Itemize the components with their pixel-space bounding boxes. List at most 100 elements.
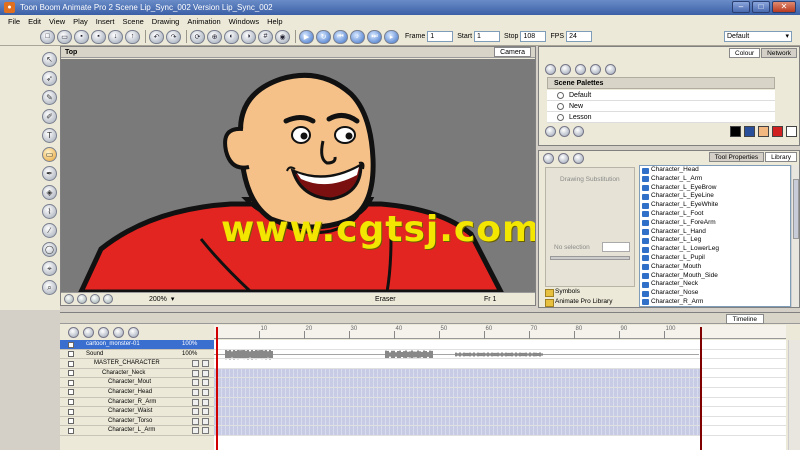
menu-play[interactable]: Play: [69, 17, 92, 26]
layer-settings-icon[interactable]: [202, 427, 209, 435]
menu-edit[interactable]: Edit: [24, 17, 45, 26]
layer-settings-icon[interactable]: [202, 398, 209, 406]
timeline-layer[interactable]: Character_Waist: [60, 407, 214, 417]
library-add-icon[interactable]: [543, 153, 554, 164]
layer-visibility-checkbox[interactable]: [68, 370, 74, 377]
tree-item-symbols[interactable]: Symbols: [541, 287, 637, 297]
timeline-layer[interactable]: Character_Mout: [60, 378, 214, 388]
zoom-tool-icon[interactable]: ⌕: [42, 280, 57, 295]
colour-swatch[interactable]: [730, 126, 741, 137]
onion-toggle-icon[interactable]: [90, 294, 100, 304]
select-tool-icon[interactable]: ↖: [42, 52, 57, 67]
loop-icon[interactable]: ↻: [316, 29, 331, 44]
start-field[interactable]: 1: [474, 31, 501, 42]
library-item[interactable]: Character_L_Hand: [640, 228, 790, 237]
render-icon[interactable]: ▸: [384, 29, 399, 44]
timeline-layer[interactable]: Character_Torso: [60, 416, 214, 427]
save-as-icon[interactable]: ▪: [91, 29, 106, 44]
library-item[interactable]: Character_L_Arm: [640, 175, 790, 184]
library-item[interactable]: Character_L_EyeLine: [640, 192, 790, 201]
library-item[interactable]: Character_Mouth_Side: [640, 272, 790, 281]
layer-visibility-checkbox[interactable]: [68, 427, 74, 434]
add-colour-icon[interactable]: [545, 126, 556, 137]
brush-tool-icon[interactable]: ✎: [42, 90, 57, 105]
add-palette-icon[interactable]: [545, 64, 556, 75]
pencil-tool-icon[interactable]: ✐: [42, 109, 57, 124]
add-layer-icon[interactable]: [68, 326, 79, 338]
library-item[interactable]: Character_L_EyeWhite: [640, 201, 790, 210]
menu-help[interactable]: Help: [263, 17, 286, 26]
sound-icon[interactable]: ♪: [350, 29, 365, 44]
shape-tool-icon[interactable]: ◯: [42, 242, 57, 257]
layer-lock-icon[interactable]: [192, 417, 199, 425]
colour-picker-icon[interactable]: [573, 126, 584, 137]
zoom-dropdown-icon[interactable]: ▾: [171, 295, 175, 303]
remove-colour-icon[interactable]: [559, 126, 570, 137]
library-item[interactable]: Character_L_LowerLeg: [640, 245, 790, 254]
layer-visibility-checkbox[interactable]: [68, 379, 74, 386]
layer-lock-icon[interactable]: [192, 360, 199, 368]
scene-end-marker[interactable]: [700, 327, 702, 450]
colour-swatch[interactable]: [772, 126, 783, 137]
layer-visibility-checkbox[interactable]: [68, 341, 74, 348]
palette-lock-icon[interactable]: [605, 64, 616, 75]
menu-insert[interactable]: Insert: [92, 17, 119, 26]
minimize-button[interactable]: –: [732, 1, 750, 13]
tab-library[interactable]: Library: [765, 152, 797, 162]
substitution-field[interactable]: [602, 242, 630, 252]
timeline-layer[interactable]: Character_Neck: [60, 368, 214, 379]
layer-visibility-checkbox[interactable]: [68, 360, 74, 367]
library-item[interactable]: Character_Nose: [640, 289, 790, 298]
playhead[interactable]: [216, 327, 218, 450]
ink-tool-icon[interactable]: ✒: [42, 166, 57, 181]
frame-field[interactable]: 1: [427, 31, 454, 42]
maximize-button[interactable]: □: [752, 1, 770, 13]
tab-tool-properties[interactable]: Tool Properties: [708, 152, 765, 162]
layer-lock-icon[interactable]: [192, 408, 199, 416]
light-toggle-icon[interactable]: [103, 294, 113, 304]
open-scene-icon[interactable]: ▭: [57, 29, 72, 44]
close-button[interactable]: ✕: [772, 1, 796, 13]
contour-editor-icon[interactable]: ➶: [42, 71, 57, 86]
library-item[interactable]: Character_Neck: [640, 280, 790, 289]
tab-colour[interactable]: Colour: [729, 48, 761, 58]
layer-settings-icon[interactable]: [202, 417, 209, 425]
redo-icon[interactable]: ↷: [166, 29, 181, 44]
timeline-layer[interactable]: cartoon_monster-01 100%: [60, 340, 214, 350]
rotate-view-icon[interactable]: ⟳: [190, 29, 205, 44]
substitution-slider[interactable]: [550, 256, 630, 260]
layer-visibility-checkbox[interactable]: [68, 389, 74, 396]
layer-lock-icon[interactable]: [192, 427, 199, 435]
tab-network[interactable]: Network: [761, 48, 797, 58]
collapse-icon[interactable]: [128, 326, 139, 338]
last-frame-icon[interactable]: ⏭: [367, 29, 382, 44]
stop-field[interactable]: 108: [520, 31, 547, 42]
remove-palette-icon[interactable]: [560, 64, 571, 75]
palette-up-icon[interactable]: [575, 64, 586, 75]
timeline-layer[interactable]: Sound 100%: [60, 349, 214, 360]
fps-field[interactable]: 24: [566, 31, 593, 42]
new-scene-icon[interactable]: □: [40, 29, 55, 44]
timeline-layer[interactable]: Character_R_Arm: [60, 397, 214, 408]
layer-visibility-checkbox[interactable]: [68, 408, 74, 415]
menu-drawing[interactable]: Drawing: [148, 17, 184, 26]
layer-visibility-checkbox[interactable]: [68, 399, 74, 406]
menu-scene[interactable]: Scene: [119, 17, 148, 26]
export-icon[interactable]: ↑: [125, 29, 140, 44]
play-icon[interactable]: ▶: [299, 29, 314, 44]
workspace-select[interactable]: Default: [724, 31, 792, 42]
tab-camera[interactable]: Camera: [494, 47, 531, 57]
timeline-layer[interactable]: MASTER_CHARACTER: [60, 359, 214, 369]
library-scrollbar[interactable]: [791, 165, 799, 307]
first-frame-icon[interactable]: ⏮: [333, 29, 348, 44]
layer-settings-icon[interactable]: [202, 408, 209, 416]
render-mode-icon[interactable]: [77, 294, 87, 304]
layer-lock-icon[interactable]: [192, 369, 199, 377]
layer-lock-icon[interactable]: [192, 398, 199, 406]
library-remove-icon[interactable]: [558, 153, 569, 164]
dropper-tool-icon[interactable]: ⌇: [42, 204, 57, 219]
palette-folder-icon[interactable]: [590, 64, 601, 75]
layer-visibility-checkbox[interactable]: [68, 351, 74, 358]
stroke-tool-icon[interactable]: ∕: [42, 223, 57, 238]
layer-settings-icon[interactable]: [202, 369, 209, 377]
